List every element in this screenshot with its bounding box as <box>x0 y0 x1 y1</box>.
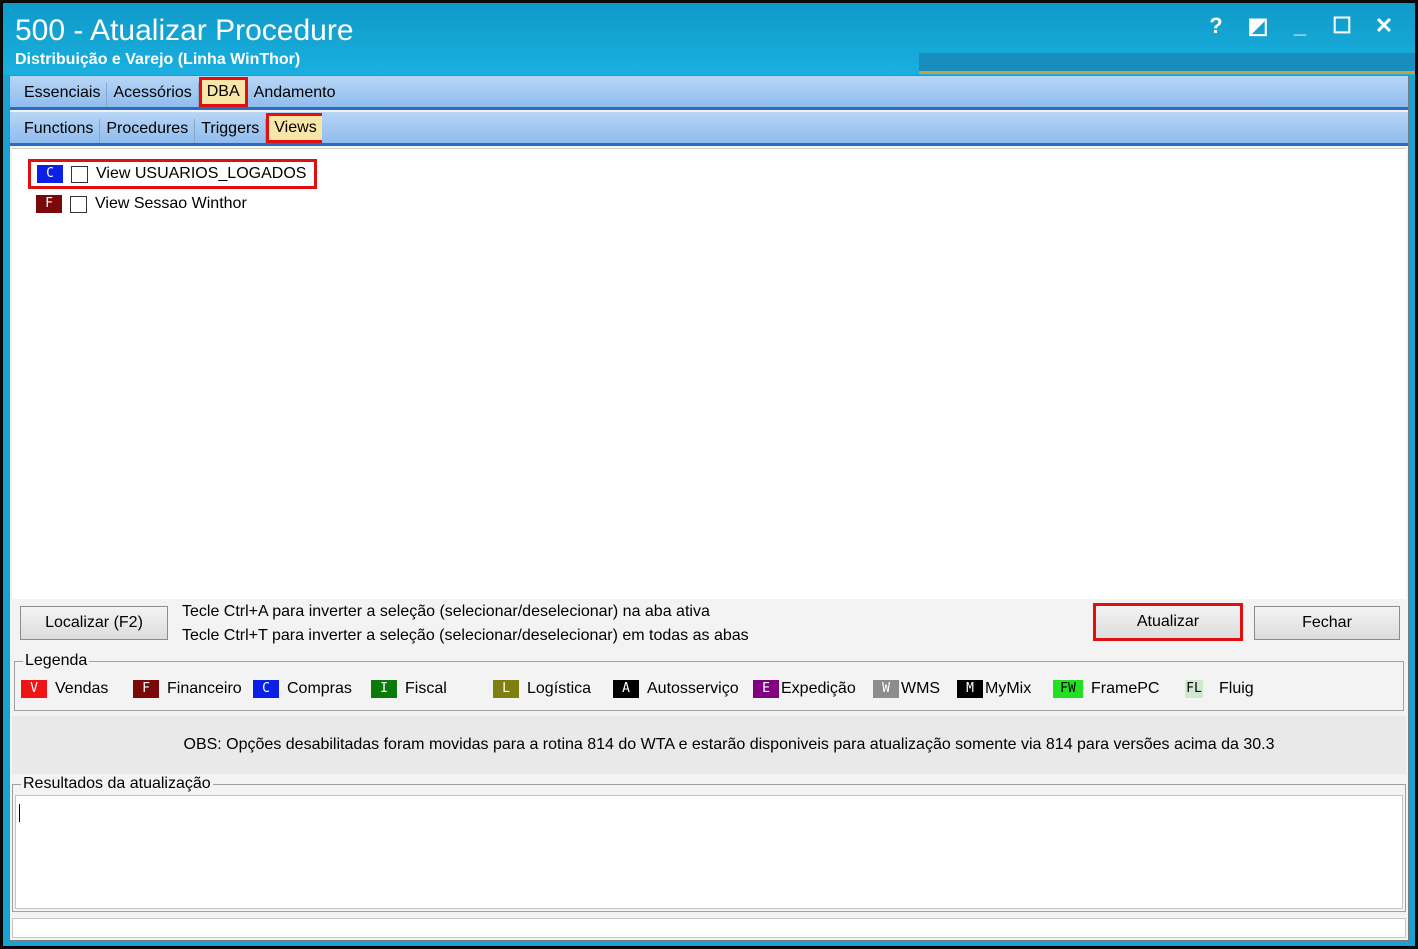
legend-item: F Financeiro <box>133 680 253 698</box>
title-accent <box>919 53 1415 74</box>
legend-badge: A <box>613 680 639 698</box>
main-tab-bar: Essenciais Acessórios DBA Andamento <box>10 76 1408 110</box>
tab-dba[interactable]: DBA <box>198 77 248 107</box>
legend-item: M MyMix <box>957 680 1053 698</box>
legend-label: Vendas <box>55 680 109 697</box>
legend-badge: FW <box>1053 680 1083 698</box>
legend-label: Fluig <box>1219 680 1254 697</box>
legend-label: FramePC <box>1091 680 1160 697</box>
legend-item: I Fiscal <box>371 680 493 698</box>
legend-item: A Autosserviço <box>613 680 753 698</box>
legend-badge: V <box>21 680 47 698</box>
legend-badge: F <box>133 680 159 698</box>
sub-tab-bar: Functions Procedures Triggers Views <box>10 112 1408 146</box>
tab-views[interactable]: Views <box>266 113 322 143</box>
window-controls: ? ◩ _ ☐ ✕ <box>1203 13 1397 39</box>
legend-label: Autosserviço <box>647 680 739 697</box>
legend-label: WMS <box>901 680 941 697</box>
text-caret <box>19 804 20 822</box>
tab-triggers[interactable]: Triggers <box>195 119 267 143</box>
legend-label: Logística <box>527 680 592 697</box>
update-button[interactable]: Atualizar <box>1093 603 1243 641</box>
legend-label: MyMix <box>985 680 1032 697</box>
legend-title: Legenda <box>23 652 90 670</box>
window-subtitle: Distribuição e Varejo (Linha WinThor) <box>15 51 301 68</box>
help-icon[interactable]: ? <box>1203 13 1229 39</box>
item-checkbox[interactable] <box>71 165 88 183</box>
list-item-label: View USUARIOS_LOGADOS <box>96 165 307 182</box>
locate-button[interactable]: Localizar (F2) <box>20 606 168 640</box>
module-badge: C <box>37 165 63 183</box>
item-checkbox[interactable] <box>70 195 87 213</box>
app-window: 500 - Atualizar Procedure Distribuição e… <box>2 2 1416 947</box>
obs-note: OBS: Opções desabilitadas foram movidas … <box>12 716 1406 774</box>
results-textarea[interactable] <box>15 795 1403 909</box>
list-item[interactable]: C View USUARIOS_LOGADOS <box>28 159 318 189</box>
legend-item: L Logística <box>493 680 613 698</box>
close-icon[interactable]: ✕ <box>1371 13 1397 39</box>
close-button[interactable]: Fechar <box>1254 606 1400 640</box>
legend-item: E Expedição <box>753 680 873 698</box>
hint-ctrl-t: Tecle Ctrl+T para inverter a seleção (se… <box>182 627 749 644</box>
results-title: Resultados da atualização <box>21 775 213 793</box>
legend-badge: FL <box>1185 680 1203 698</box>
close-button-label: Fechar <box>1302 614 1352 631</box>
legend-items: V Vendas F Financeiro C Compras I Fiscal L Lo… <box>21 680 1265 698</box>
tab-acessorios[interactable]: Acessórios <box>107 83 199 107</box>
legend-label: Fiscal <box>405 680 447 697</box>
legend-badge: L <box>493 680 519 698</box>
tab-essenciais[interactable]: Essenciais <box>18 83 108 107</box>
tab-procedures[interactable]: Procedures <box>100 119 196 143</box>
legend-label: Compras <box>287 680 352 697</box>
legend-item: C Compras <box>253 680 371 698</box>
tab-andamento[interactable]: Andamento <box>248 83 342 107</box>
legend-item: FW FramePC <box>1053 680 1185 698</box>
update-button-label: Atualizar <box>1136 613 1200 630</box>
tab-functions[interactable]: Functions <box>18 119 101 143</box>
legend-group: Legenda V Vendas F Financeiro C Compras I Fi… <box>14 652 1404 711</box>
status-bar <box>12 918 1406 938</box>
hint-ctrl-a: Tecle Ctrl+A para inverter a seleção (se… <box>182 603 710 620</box>
legend-item: W WMS <box>873 680 957 698</box>
window-title: 500 - Atualizar Procedure <box>15 14 354 47</box>
legend-badge: I <box>371 680 397 698</box>
theme-toggle-icon[interactable]: ◩ <box>1245 13 1271 39</box>
legend-badge: C <box>253 680 279 698</box>
list-item-label: View Sessao Winthor <box>95 195 247 212</box>
title-bar: 500 - Atualizar Procedure Distribuição e… <box>3 3 1415 75</box>
list-item[interactable]: F View Sessao Winthor <box>36 192 247 216</box>
views-list: C View USUARIOS_LOGADOS F View Sessao Wi… <box>12 148 1406 599</box>
legend-item: FL Fluig <box>1185 680 1265 698</box>
legend-badge: W <box>873 680 899 698</box>
locate-button-label: Localizar (F2) <box>45 614 143 631</box>
minimize-icon[interactable]: _ <box>1287 13 1313 39</box>
legend-label: Financeiro <box>167 680 242 697</box>
module-badge: F <box>36 195 62 213</box>
client-area: Essenciais Acessórios DBA Andamento Func… <box>9 75 1409 941</box>
legend-item: V Vendas <box>21 680 133 698</box>
legend-label: Expedição <box>781 680 856 697</box>
legend-badge: M <box>957 680 983 698</box>
maximize-icon[interactable]: ☐ <box>1329 13 1355 39</box>
legend-badge: E <box>753 680 779 698</box>
results-group: Resultados da atualização <box>12 775 1406 912</box>
